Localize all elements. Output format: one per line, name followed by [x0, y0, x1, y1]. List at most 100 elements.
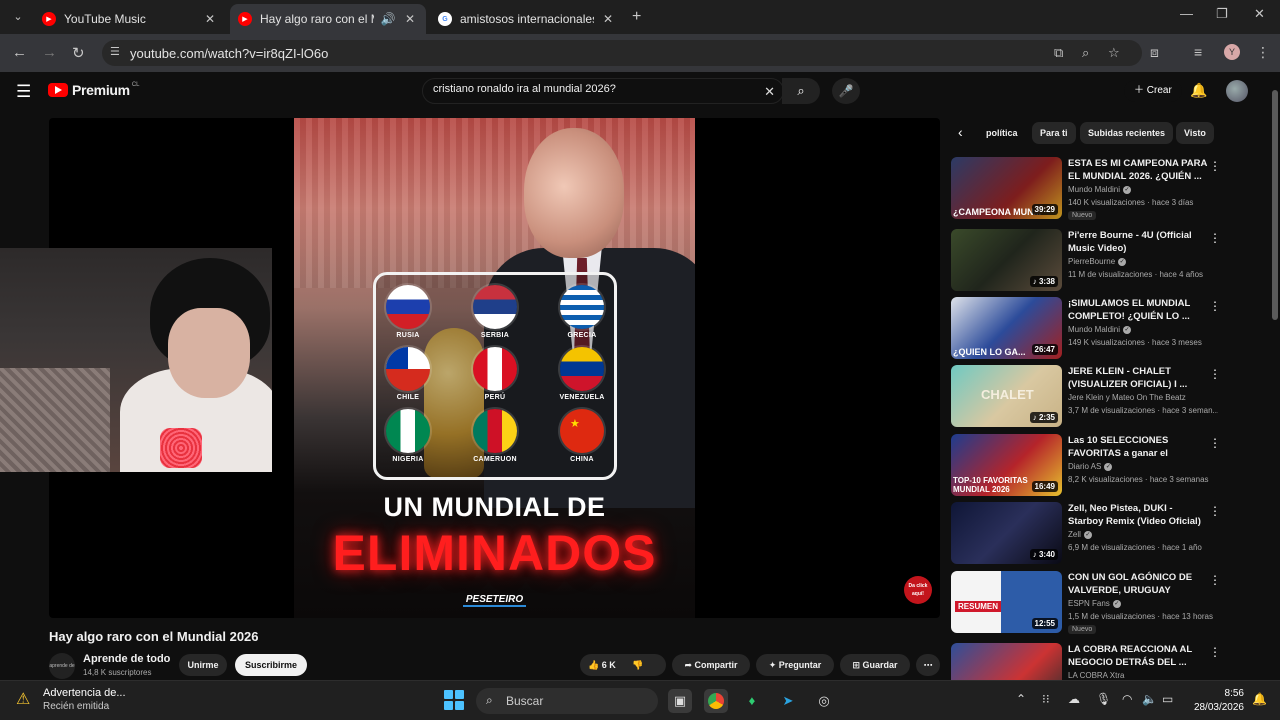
recommendation-channel[interactable]: Diario AS ✓ [1068, 462, 1113, 471]
notification-center-icon[interactable]: 🔔 [1252, 692, 1267, 706]
more-options-icon[interactable]: ⋮ [1209, 367, 1221, 381]
save-button[interactable]: ⊞ Guardar [840, 654, 910, 676]
profile-avatar[interactable]: Y [1224, 44, 1240, 60]
recommendation-channel[interactable]: ESPN Fans ✓ [1068, 599, 1121, 608]
close-tab-icon[interactable]: ✕ [600, 12, 616, 26]
clock[interactable]: 8:56 28/03/2026 [1188, 687, 1244, 715]
recommendation-title[interactable]: LA COBRA REACCIONA AL NEGOCIO DETRÁS DEL… [1068, 643, 1208, 669]
recommendation-channel[interactable]: Zell ✓ [1068, 530, 1092, 539]
telegram-icon[interactable]: ➤ [776, 689, 800, 713]
close-tab-icon[interactable]: ✕ [202, 12, 218, 26]
recommendation-item[interactable]: CHALET ♪ 2:35 JERE KLEIN - CHALET (VISUA… [951, 365, 1263, 429]
search-box[interactable]: ✕ [422, 78, 784, 104]
more-options-icon[interactable]: ⋮ [1209, 573, 1221, 587]
more-options-icon[interactable]: ⋮ [1209, 436, 1221, 450]
show-hidden-icons-icon[interactable]: ⌃ [1016, 692, 1026, 706]
microphone-icon[interactable]: 🎙 [1096, 692, 1111, 706]
recommendation-title[interactable]: CON UN GOL AGÓNICO DE VALVERDE, URUGUAY … [1068, 571, 1208, 598]
recommendation-title[interactable]: Zell, Neo Pistea, DUKI - Starboy Remix (… [1068, 502, 1208, 528]
dislike-icon[interactable]: 👎 [632, 660, 643, 670]
recommendation-item[interactable]: RESUMEN 12:55 CON UN GOL AGÓNICO DE VALV… [951, 571, 1263, 635]
channel-text[interactable]: Mundo Maldini [1068, 325, 1120, 334]
chrome-icon[interactable] [704, 689, 728, 713]
grid-icon[interactable]: ⁝⁝ [1042, 692, 1050, 706]
recommendation-channel[interactable]: LA COBRA Xtra [1068, 671, 1124, 680]
cloud-icon[interactable]: ☁ [1068, 692, 1080, 706]
media-control-icon[interactable]: ≡ [1194, 44, 1202, 60]
subscribe-button[interactable]: Suscribirme [235, 654, 307, 676]
wifi-icon[interactable]: ◠ [1122, 692, 1132, 706]
warning-icon[interactable]: ⚠ [16, 689, 30, 709]
taskbar-search[interactable]: ⌕ Buscar [476, 688, 658, 714]
notifications-bell-icon[interactable]: 🔔 [1190, 82, 1207, 99]
restore-icon[interactable]: ❐ [1216, 6, 1228, 22]
volume-icon[interactable]: 🔈 [1142, 692, 1157, 706]
forward-icon[interactable]: → [42, 44, 57, 61]
search-input[interactable] [433, 83, 733, 95]
join-button[interactable]: Unirme [179, 654, 227, 676]
reload-icon[interactable]: ↻ [72, 44, 85, 62]
video-thumbnail[interactable] [951, 643, 1062, 680]
battery-icon[interactable]: ▭ [1162, 692, 1173, 706]
install-app-icon[interactable]: ⧉ [1054, 45, 1063, 61]
like-icon[interactable]: 👍 [588, 660, 599, 670]
speaker-icon[interactable]: 🔊 [380, 12, 396, 26]
ask-button[interactable]: ✦ Preguntar [756, 654, 834, 676]
chevron-left-icon[interactable]: ‹ [958, 124, 963, 140]
like-count[interactable]: 6 K [602, 660, 616, 670]
scrollbar-thumb[interactable] [1272, 90, 1278, 320]
tab-search-dropdown-icon[interactable]: ⌄ [8, 8, 28, 26]
chip-politica[interactable]: política [978, 122, 1026, 144]
tab-youtube-music[interactable]: ▶ YouTube Music ✕ [34, 4, 226, 34]
notification-title[interactable]: Advertencia de... [43, 687, 126, 699]
video-thumbnail[interactable]: ♪ 3:40 [951, 502, 1062, 564]
windows-start-icon[interactable] [444, 690, 464, 710]
tab-active-video[interactable]: ▶ Hay algo raro con el Mundial 🔊 ✕ [230, 4, 426, 34]
site-info-icon[interactable]: ☰ [110, 45, 120, 58]
channel-avatar[interactable]: aprende de todo [49, 653, 75, 695]
youtube-premium-logo[interactable]: Premium CL [48, 82, 139, 98]
channel-text[interactable]: Zell [1068, 530, 1081, 539]
more-options-icon[interactable]: ⋮ [1209, 159, 1221, 173]
browser-menu-icon[interactable]: ⋮ [1256, 44, 1270, 61]
app-icon[interactable]: ◎ [812, 689, 836, 713]
channel-text[interactable]: Diario AS [1068, 462, 1101, 471]
recommendation-item[interactable]: ¿QUIEN LO GA... 26:47 ¡SIMULAMOS EL MUND… [951, 297, 1263, 361]
recommendation-title[interactable]: ESTA ES MI CAMPEONA PARA EL MUNDIAL 2026… [1068, 157, 1208, 183]
voice-search-icon[interactable]: 🎤 [832, 78, 860, 104]
gem-app-icon[interactable]: ♦ [740, 689, 764, 713]
more-options-icon[interactable]: ⋮ [1209, 299, 1221, 313]
more-options-icon[interactable]: ⋮ [1209, 504, 1221, 518]
back-icon[interactable]: ← [12, 44, 27, 61]
chip-subidas-recientes[interactable]: Subidas recientes [1080, 122, 1174, 144]
create-button[interactable]: ＋ Crear [1124, 80, 1182, 102]
task-view-icon[interactable]: ▣ [668, 689, 692, 713]
bookmark-star-icon[interactable]: ☆ [1108, 45, 1120, 61]
channel-text[interactable]: Mundo Maldini [1068, 185, 1120, 194]
clear-search-icon[interactable]: ✕ [764, 84, 775, 100]
chip-visto[interactable]: Visto [1176, 122, 1214, 144]
recommendation-title[interactable]: Las 10 SELECCIONES FAVORITAS a ganar el … [1068, 434, 1208, 461]
zoom-icon[interactable]: ⌕ [1082, 45, 1089, 61]
recommendation-channel[interactable]: Jere Klein y Mateo On The Beatz [1068, 393, 1186, 402]
click-here-badge[interactable]: Da click aquí! [904, 576, 932, 604]
recommendation-channel[interactable]: Mundo Maldini ✓ [1068, 325, 1132, 334]
tab-google-search[interactable]: G amistosos internacionales hoy ✕ [430, 4, 624, 34]
recommendation-title[interactable]: JERE KLEIN - CHALET (VISUALIZER OFICIAL)… [1068, 365, 1208, 391]
more-options-icon[interactable]: ⋮ [1209, 645, 1221, 659]
video-thumbnail[interactable]: ♪ 3:38 [951, 229, 1062, 291]
more-actions-icon[interactable]: ⋯ [916, 654, 940, 676]
channel-text[interactable]: ESPN Fans [1068, 599, 1110, 608]
recommendation-title[interactable]: ¡SIMULAMOS EL MUNDIAL COMPLETO! ¿QUIÉN L… [1068, 297, 1208, 323]
recommendation-item[interactable]: ♪ 3:40 Zell, Neo Pistea, DUKI - Starboy … [951, 502, 1263, 566]
video-thumbnail[interactable]: ¿CAMPEONA MUN... 39:29 [951, 157, 1062, 219]
video-thumbnail[interactable]: TOP-10 FAVORITAS MUNDIAL 2026 16:49 [951, 434, 1062, 496]
new-tab-icon[interactable]: + [632, 8, 641, 26]
video-thumbnail[interactable]: CHALET ♪ 2:35 [951, 365, 1062, 427]
video-thumbnail[interactable]: RESUMEN 12:55 [951, 571, 1062, 633]
recommendation-channel[interactable]: PierreBourne ✓ [1068, 257, 1127, 266]
recommendation-title[interactable]: Pi'erre Bourne - 4U (Official Music Vide… [1068, 229, 1208, 255]
address-bar[interactable]: ☰ youtube.com/watch?v=ir8qZI-lO6o ⧉ ⌕ ☆ [102, 40, 1142, 66]
search-button[interactable]: ⌕ [782, 78, 820, 104]
video-thumbnail[interactable]: ¿QUIEN LO GA... 26:47 [951, 297, 1062, 359]
